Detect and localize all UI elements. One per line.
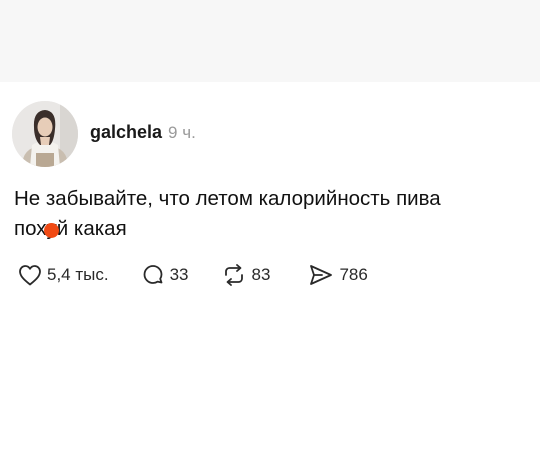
post-text-line-1: Не забывайте, что летом калорийность пив… (14, 187, 441, 210)
avatar[interactable] (12, 101, 78, 167)
like-button[interactable]: 5,4 тыс. (18, 264, 109, 286)
post-time: 9 ч. (168, 123, 196, 142)
repost-icon (224, 264, 243, 286)
send-icon (310, 265, 333, 285)
top-band (0, 0, 540, 82)
like-count: 5,4 тыс. (47, 265, 109, 284)
comment-bubble-icon (143, 265, 162, 284)
post-header: galchela 9 ч. (90, 122, 196, 143)
heart-icon (19, 265, 41, 286)
post-text-line-2-start: пох (14, 217, 47, 240)
post-actions: 5,4 тыс. 33 83 786 (18, 262, 368, 288)
repost-button[interactable]: 83 (221, 263, 271, 287)
comment-button[interactable]: 33 (141, 263, 189, 287)
share-button[interactable]: 786 (308, 263, 368, 287)
comment-count: 33 (169, 265, 189, 284)
share-count: 786 (339, 265, 368, 284)
post-text: Не забывайте, что летом калорийность пив… (14, 184, 524, 244)
repost-count: 83 (251, 265, 271, 284)
censored-letter: у (44, 214, 60, 244)
avatar-image (12, 101, 78, 167)
username[interactable]: galchela (90, 122, 162, 143)
post-text-line-2-end: й какая (56, 217, 127, 240)
post-card: galchela 9 ч. Не забывайте, что летом ка… (0, 82, 540, 449)
